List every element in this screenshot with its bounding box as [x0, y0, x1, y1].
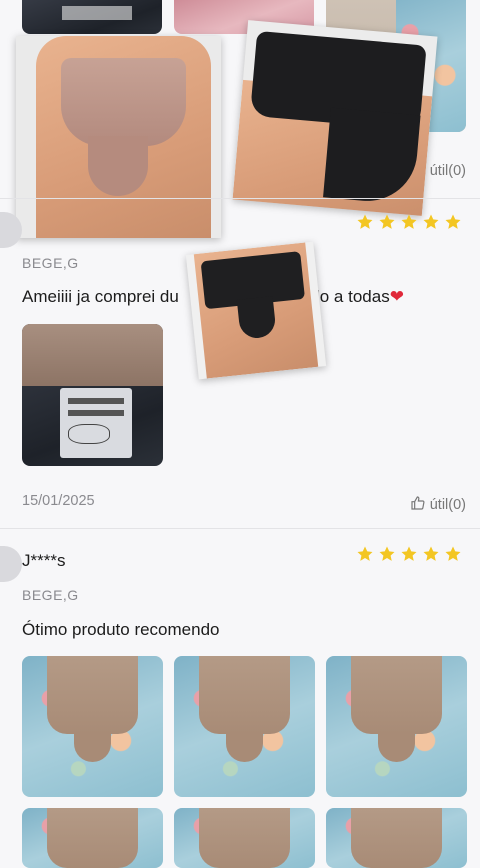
star-icon	[356, 545, 374, 563]
review-photo[interactable]	[174, 808, 315, 868]
review-photo[interactable]	[326, 656, 467, 797]
overlay-product-photo	[232, 20, 438, 216]
star-icon	[400, 213, 418, 231]
thumb-up-icon	[410, 495, 426, 515]
star-icon	[444, 545, 462, 563]
review-photo[interactable]	[174, 656, 315, 797]
review-text: Ótimo produto recomendo	[22, 620, 220, 639]
star-icon	[378, 213, 396, 231]
helpful-label: útil(0)	[429, 163, 466, 179]
review-photo[interactable]	[22, 656, 163, 797]
review-date: 15/01/2025	[22, 493, 95, 509]
overlay-product-photo	[185, 241, 327, 380]
star-icon	[444, 213, 462, 231]
heart-emoji: ❤	[389, 287, 404, 306]
star-icon	[422, 545, 440, 563]
divider	[0, 198, 480, 199]
helpful-button[interactable]: útil(0)	[430, 163, 466, 179]
review-photo[interactable]	[22, 0, 162, 34]
review-photo[interactable]	[326, 808, 467, 868]
divider	[0, 528, 480, 529]
helpful-button[interactable]: útil(0)	[410, 495, 466, 515]
star-icon	[400, 545, 418, 563]
review-text-start: Ameiiii ja comprei du	[22, 287, 179, 306]
rating-stars	[356, 213, 462, 231]
variant-label: BEGE,G	[22, 587, 79, 603]
helpful-label: útil(0)	[429, 497, 466, 513]
rating-stars	[356, 545, 462, 563]
reviewer-name: J****s	[22, 551, 66, 570]
avatar	[0, 546, 22, 582]
star-icon	[356, 213, 374, 231]
review-photo[interactable]	[22, 324, 163, 466]
overlay-product-photo	[16, 36, 221, 238]
review-photo[interactable]	[22, 808, 163, 868]
variant-label: BEGE,G	[22, 255, 79, 271]
star-icon	[378, 545, 396, 563]
star-icon	[422, 213, 440, 231]
